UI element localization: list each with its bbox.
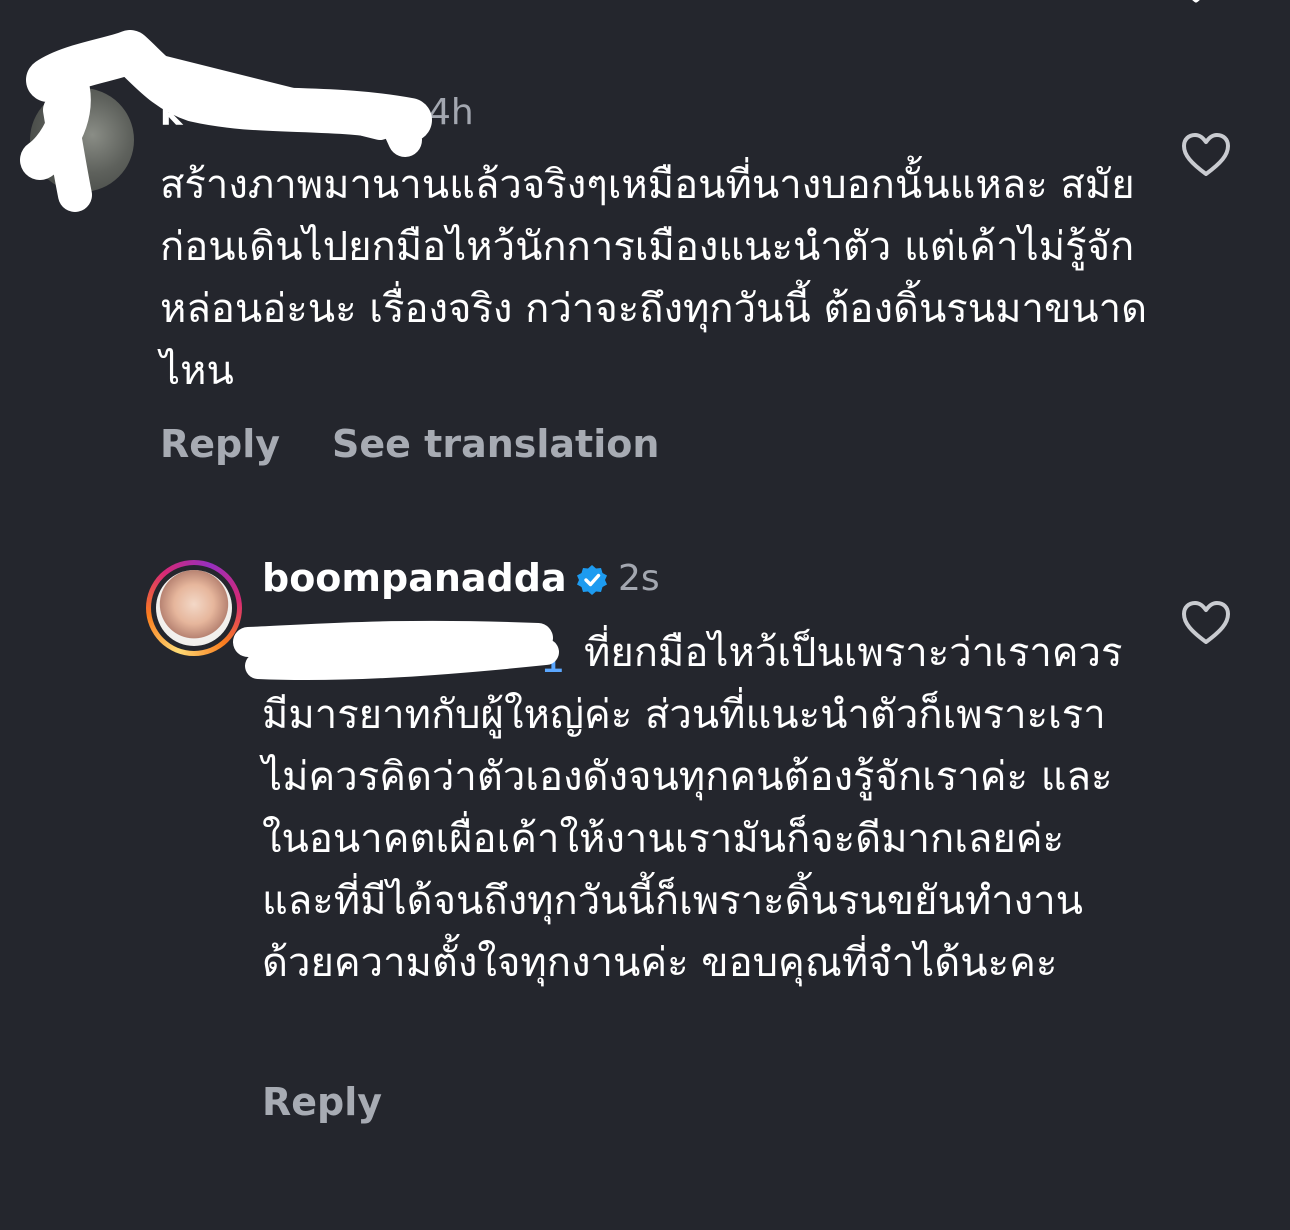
redaction-scribble [233, 620, 559, 681]
comment-timestamp: 2s [618, 558, 660, 599]
reply-button[interactable]: Reply [262, 1080, 382, 1124]
comment-actions: Reply See translation [160, 422, 659, 466]
heart-outline-icon[interactable] [1181, 132, 1231, 178]
comment-username[interactable]: boompanadda [262, 556, 567, 600]
verified-badge-icon [577, 565, 607, 595]
see-translation-button[interactable]: See translation [332, 422, 659, 466]
reply-button[interactable]: Reply [160, 422, 280, 466]
avatar-photo [156, 570, 232, 646]
chevron-down-icon[interactable] [1176, 0, 1216, 8]
comment-text: สร้างภาพมานานแล้วจริงๆเหมือนที่นางบอกนั้… [160, 162, 1148, 394]
avatar-ring-gap [151, 565, 237, 651]
heart-outline-icon[interactable] [1181, 600, 1231, 646]
